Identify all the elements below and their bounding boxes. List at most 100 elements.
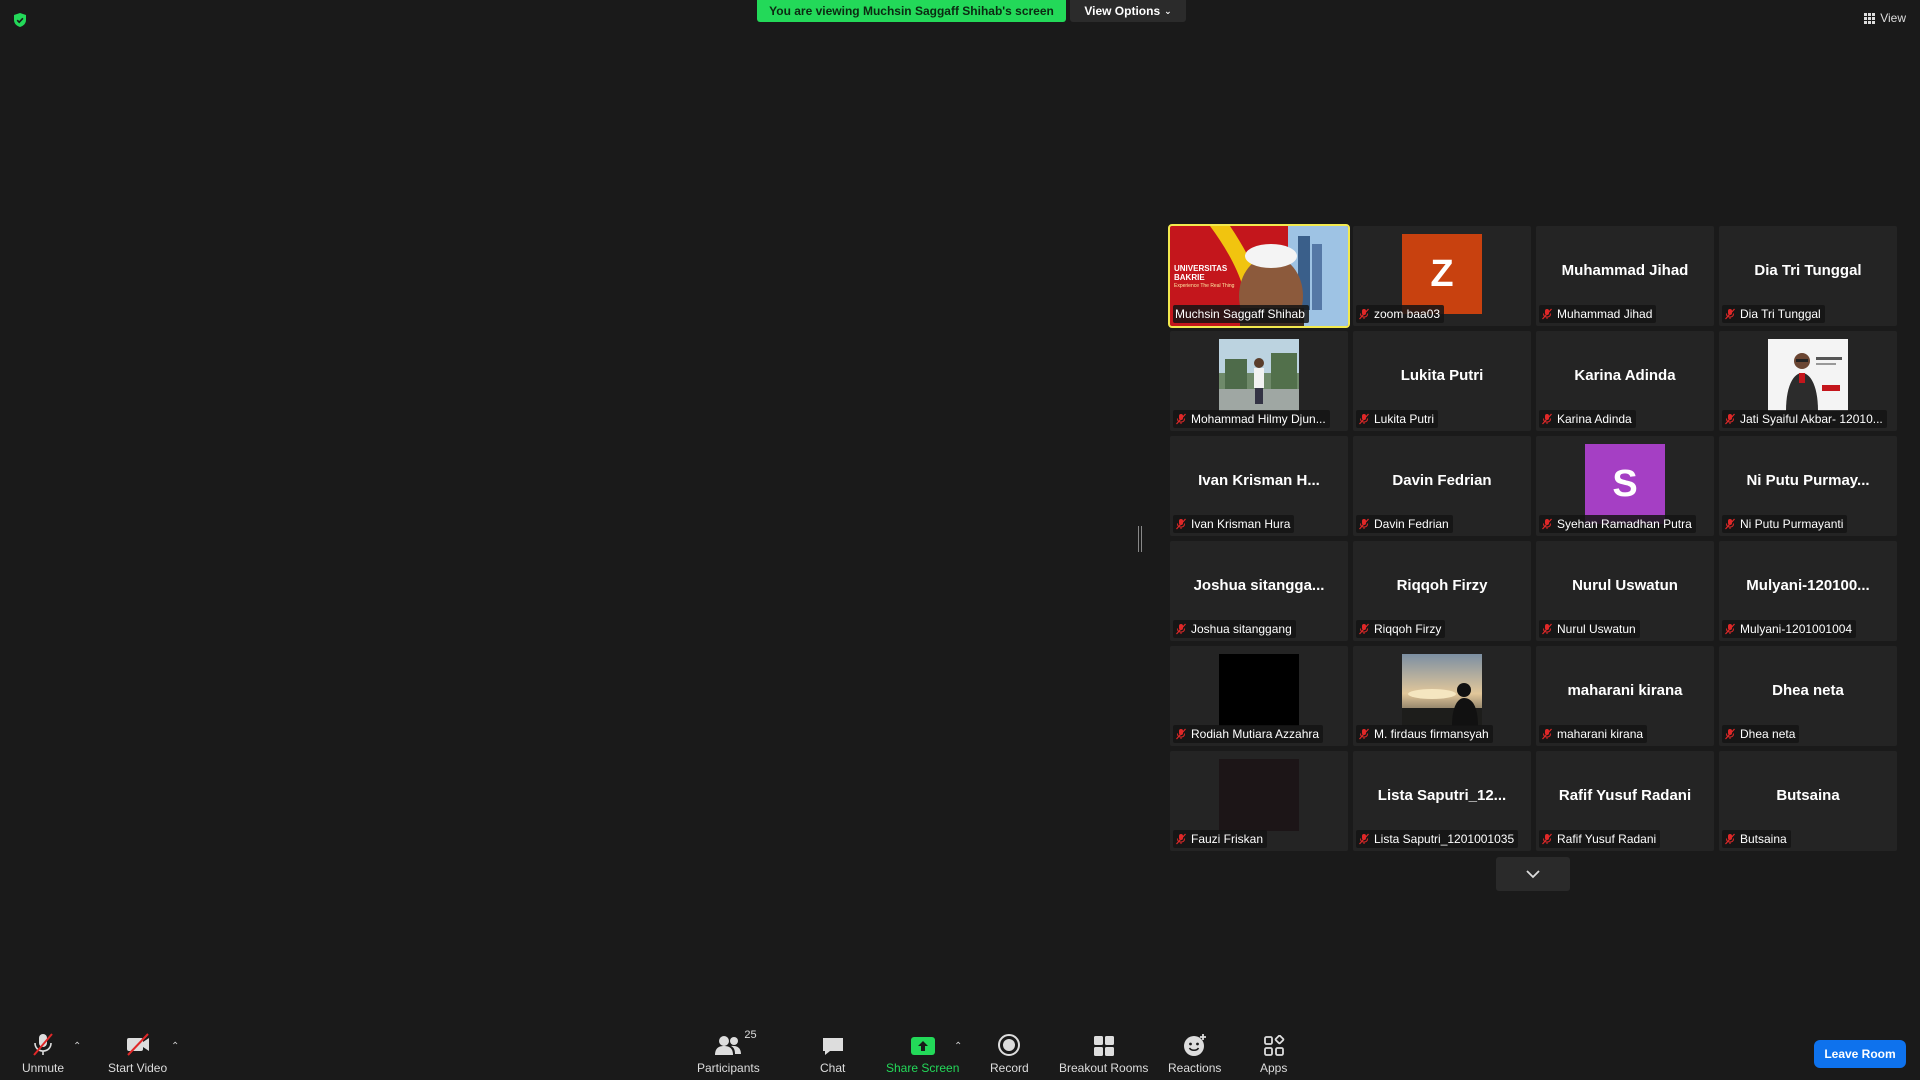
video-options-caret-icon[interactable]: ⌃	[171, 1041, 179, 1052]
participant-nameplate: Karina Adinda	[1539, 410, 1636, 428]
share-screen-label: Share Screen	[886, 1061, 960, 1075]
mic-muted-icon	[1725, 308, 1735, 320]
share-options-caret-icon[interactable]: ⌃	[954, 1041, 962, 1052]
avatar-letter: Z	[1430, 252, 1454, 295]
mic-muted-icon	[1542, 413, 1552, 425]
participant-tile[interactable]: Joshua sitangga... Joshua sitanggang	[1170, 541, 1348, 641]
mic-muted-icon	[33, 1033, 53, 1056]
participant-tile[interactable]: Karina Adinda Karina Adinda	[1536, 331, 1714, 431]
participant-name: Jati Syaiful Akbar- 12010...	[1740, 412, 1883, 426]
mic-muted-icon	[1542, 518, 1552, 530]
participant-tile[interactable]: Lukita Putri Lukita Putri	[1353, 331, 1531, 431]
chevron-down-icon: ⌄	[1164, 5, 1172, 16]
participant-tile[interactable]: Nurul Uswatun Nurul Uswatun	[1536, 541, 1714, 641]
panel-resize-handle[interactable]	[1138, 526, 1142, 552]
mic-muted-icon	[1176, 833, 1186, 845]
participant-tile[interactable]: Ni Putu Purmay... Ni Putu Purmayanti	[1719, 436, 1897, 536]
participant-name: zoom baa03	[1374, 307, 1441, 321]
breakout-rooms-button[interactable]: Breakout Rooms	[1059, 1031, 1148, 1075]
participant-tile[interactable]: Ivan Krisman H... Ivan Krisman Hura	[1170, 436, 1348, 536]
chevron-down-icon	[1526, 870, 1540, 879]
reactions-icon	[1183, 1034, 1206, 1056]
participant-tile[interactable]: Mulyani-120100... Mulyani-1201001004	[1719, 541, 1897, 641]
next-page-button[interactable]	[1496, 857, 1570, 891]
mic-muted-icon	[1359, 413, 1369, 425]
participant-nameplate: maharani kirana	[1539, 725, 1648, 743]
participant-tile[interactable]: Fauzi Friskan	[1170, 751, 1348, 851]
participant-name: Karina Adinda	[1557, 412, 1632, 426]
participant-name: Dia Tri Tunggal	[1740, 307, 1821, 321]
participant-name: Muhammad Jihad	[1557, 307, 1653, 321]
chat-button[interactable]: Chat	[820, 1031, 845, 1075]
mic-muted-icon	[1359, 833, 1369, 845]
participant-nameplate: Jati Syaiful Akbar- 12010...	[1722, 410, 1887, 428]
leave-room-button[interactable]: Leave Room	[1814, 1040, 1906, 1068]
mic-muted-icon	[1176, 413, 1186, 425]
mic-muted-icon	[1542, 728, 1552, 740]
participant-display-name: Dhea neta	[1772, 682, 1844, 699]
participant-tile[interactable]: Jati Syaiful Akbar- 12010...	[1719, 331, 1897, 431]
mic-muted-icon	[1359, 518, 1369, 530]
participant-name: maharani kirana	[1557, 727, 1644, 741]
record-icon	[998, 1034, 1021, 1056]
participant-tile[interactable]: Mohammad Hilmy Djun...	[1170, 331, 1348, 431]
encryption-shield-icon[interactable]	[12, 12, 28, 28]
participant-nameplate: Dia Tri Tunggal	[1722, 305, 1825, 323]
participant-tile[interactable]: S Syehan Ramadhan Putra	[1536, 436, 1714, 536]
participant-display-name: Joshua sitangga...	[1193, 577, 1325, 594]
apps-label: Apps	[1260, 1061, 1288, 1075]
reactions-label: Reactions	[1168, 1061, 1222, 1075]
participant-tile[interactable]: Riqqoh Firzy Riqqoh Firzy	[1353, 541, 1531, 641]
participant-nameplate: Nurul Uswatun	[1539, 620, 1640, 638]
participant-nameplate: Rafif Yusuf Radani	[1539, 830, 1661, 848]
breakout-rooms-label: Breakout Rooms	[1059, 1061, 1149, 1075]
participant-tile[interactable]: Davin Fedrian Davin Fedrian	[1353, 436, 1531, 536]
participant-nameplate: Joshua sitanggang	[1173, 620, 1296, 638]
participant-tile[interactable]: Dhea neta Dhea neta	[1719, 646, 1897, 746]
participant-nameplate: Davin Fedrian	[1356, 515, 1453, 533]
participant-tile[interactable]: UNIVERSITAS BAKRIE Experience The Real T…	[1168, 224, 1350, 328]
participant-display-name: Dia Tri Tunggal	[1754, 262, 1862, 279]
record-button[interactable]: Record	[990, 1031, 1029, 1075]
participant-tile[interactable]: Lista Saputri_12... Lista Saputri_120100…	[1353, 751, 1531, 851]
participant-tile[interactable]: maharani kirana maharani kirana	[1536, 646, 1714, 746]
view-button[interactable]: View	[1864, 11, 1906, 25]
view-options-button[interactable]: View Options ⌄	[1070, 0, 1186, 22]
start-video-button[interactable]: Start Video	[108, 1031, 167, 1075]
participant-nameplate: zoom baa03	[1356, 305, 1445, 323]
profile-photo	[1219, 339, 1299, 411]
share-screen-button[interactable]: Share Screen	[886, 1031, 959, 1075]
participants-label: Participants	[697, 1061, 760, 1075]
participant-name: Dhea neta	[1740, 727, 1796, 741]
apps-button[interactable]: Apps	[1260, 1031, 1287, 1075]
participant-tile[interactable]: Rodiah Mutiara Azzahra	[1170, 646, 1348, 746]
participant-nameplate: Mohammad Hilmy Djun...	[1173, 410, 1330, 428]
mic-muted-icon	[1359, 308, 1369, 320]
participant-tile[interactable]: Butsaina Butsaina	[1719, 751, 1897, 851]
participant-display-name: Rafif Yusuf Radani	[1558, 787, 1692, 804]
participant-tile[interactable]: Z zoom baa03	[1353, 226, 1531, 326]
share-screen-icon	[910, 1037, 935, 1055]
avatar: Z	[1402, 234, 1482, 314]
participant-name: Mohammad Hilmy Djun...	[1191, 412, 1326, 426]
profile-photo	[1219, 654, 1299, 726]
unmute-button[interactable]: Unmute	[22, 1031, 64, 1075]
participant-display-name: Nurul Uswatun	[1572, 577, 1678, 594]
reactions-button[interactable]: Reactions	[1168, 1031, 1221, 1075]
participant-tile[interactable]: Muhammad Jihad Muhammad Jihad	[1536, 226, 1714, 326]
audio-options-caret-icon[interactable]: ⌃	[73, 1041, 81, 1052]
chat-label: Chat	[820, 1061, 846, 1075]
video-banner-line3: Experience The Real Thing	[1174, 283, 1235, 289]
participant-nameplate: Riqqoh Firzy	[1356, 620, 1446, 638]
mic-muted-icon	[1176, 728, 1186, 740]
participant-name: Ivan Krisman Hura	[1191, 517, 1291, 531]
participants-button[interactable]: 25 Participants	[697, 1029, 760, 1075]
participant-nameplate: Muchsin Saggaff Shihab	[1173, 305, 1309, 323]
participant-nameplate: Rodiah Mutiara Azzahra	[1173, 725, 1324, 743]
participant-tile[interactable]: Dia Tri Tunggal Dia Tri Tunggal	[1719, 226, 1897, 326]
participant-name: Joshua sitanggang	[1191, 622, 1292, 636]
participant-tile[interactable]: M. firdaus firmansyah	[1353, 646, 1531, 746]
profile-photo	[1768, 339, 1848, 411]
participant-tile[interactable]: Rafif Yusuf Radani Rafif Yusuf Radani	[1536, 751, 1714, 851]
participant-display-name: Davin Fedrian	[1392, 472, 1492, 489]
